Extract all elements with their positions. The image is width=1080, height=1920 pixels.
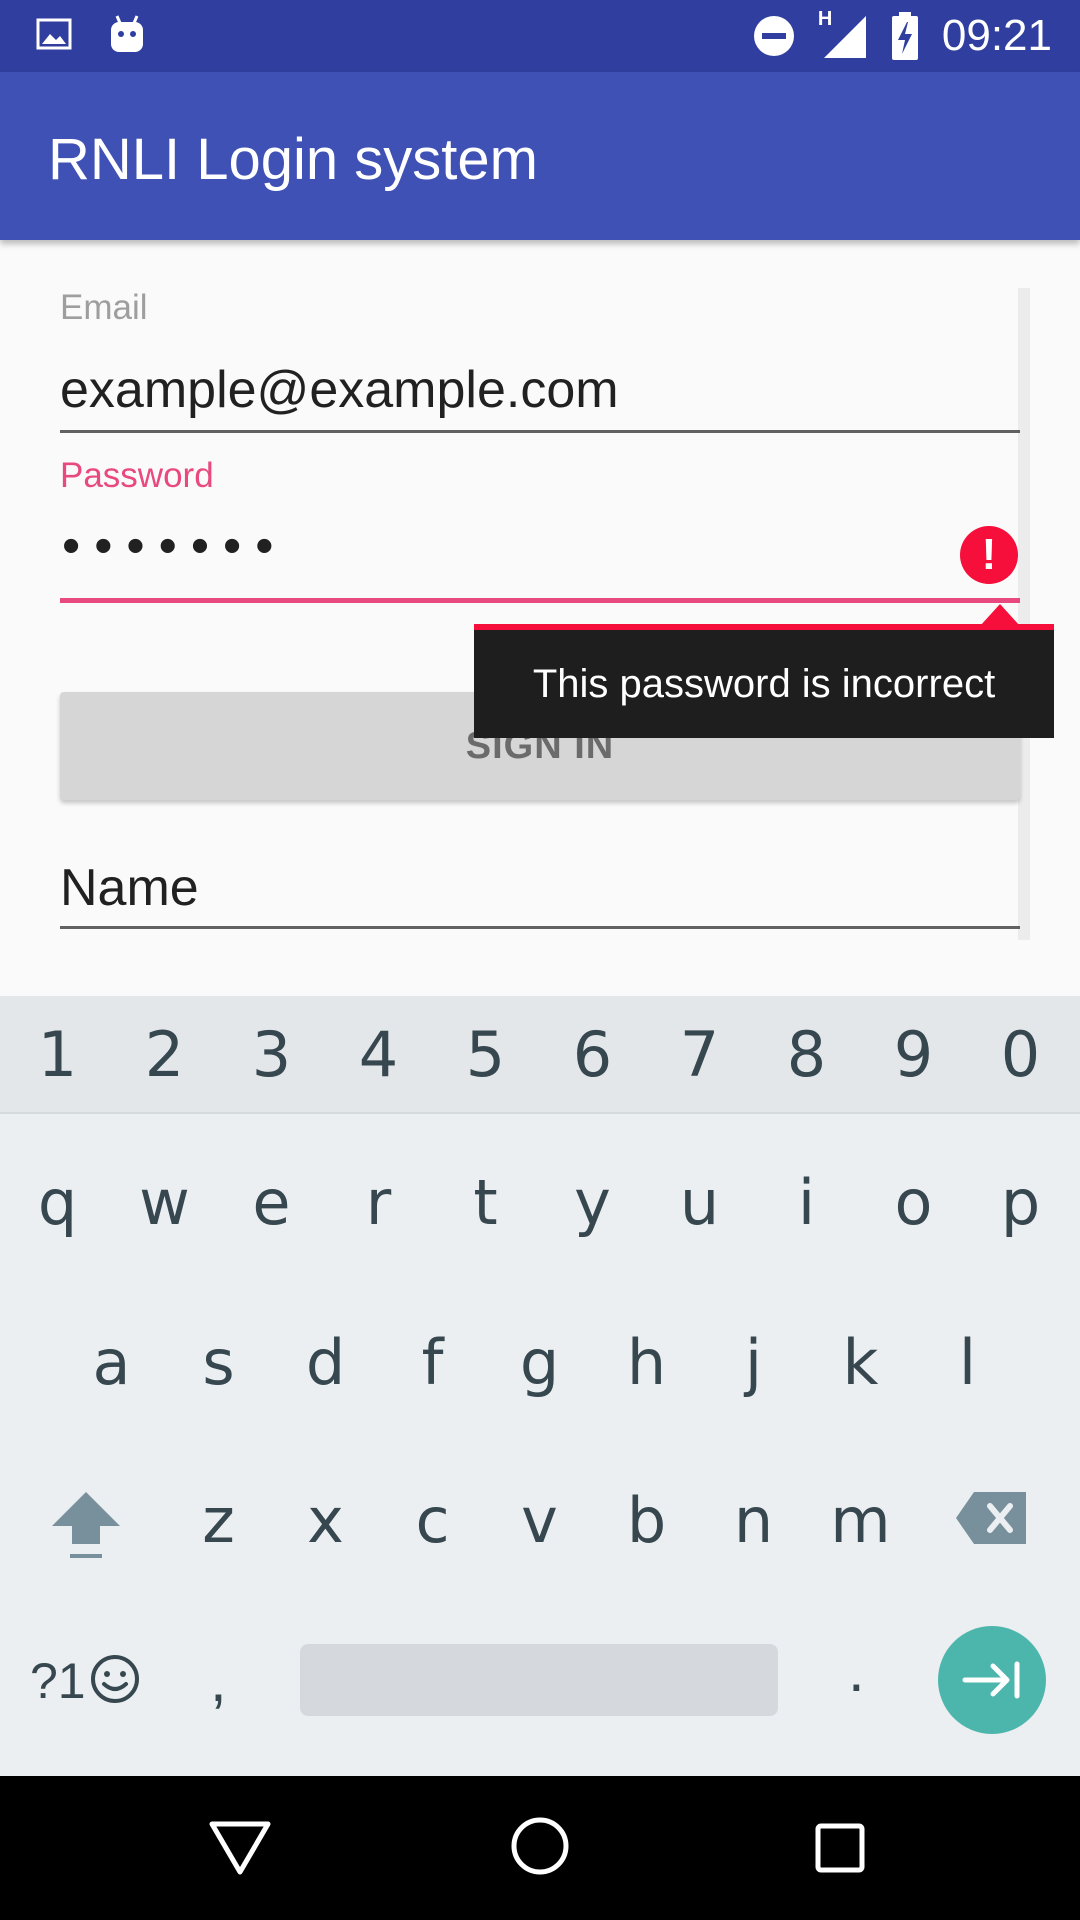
app-bar: RNLI Login system xyxy=(0,72,1080,240)
key-8[interactable]: 8 xyxy=(753,1018,860,1091)
password-field[interactable]: ••••••• xyxy=(62,516,287,576)
key-j[interactable]: j xyxy=(700,1326,807,1399)
status-time: 09:21 xyxy=(941,11,1052,60)
home-icon[interactable] xyxy=(510,1816,570,1876)
error-icon[interactable]: ! xyxy=(960,526,1018,584)
tooltip-arrow xyxy=(980,604,1020,626)
image-icon xyxy=(36,18,72,50)
signal-icon: H xyxy=(818,8,868,60)
key-u[interactable]: u xyxy=(646,1166,753,1239)
soft-keyboard: 1 2 3 4 5 6 7 8 9 0 q w e r t y u i o p … xyxy=(0,996,1080,1776)
email-underline xyxy=(60,430,1020,433)
period-key[interactable]: . xyxy=(848,1636,865,1705)
name-underline xyxy=(60,926,1020,929)
android-icon xyxy=(111,15,143,52)
recents-icon[interactable] xyxy=(814,1822,866,1874)
key-k[interactable]: k xyxy=(807,1326,914,1399)
number-row: 1 2 3 4 5 6 7 8 9 0 xyxy=(0,996,1080,1114)
space-bar[interactable] xyxy=(300,1644,778,1716)
key-a[interactable]: a xyxy=(58,1326,165,1399)
key-1[interactable]: 1 xyxy=(4,1018,111,1091)
key-r[interactable]: r xyxy=(325,1166,432,1239)
key-z[interactable]: z xyxy=(165,1484,272,1557)
tab-arrow-icon xyxy=(962,1661,1020,1699)
app-title: RNLI Login system xyxy=(48,127,538,192)
key-g[interactable]: g xyxy=(486,1326,593,1399)
symbols-key[interactable]: ?1 xyxy=(30,1652,86,1710)
email-label: Email xyxy=(60,288,148,327)
key-w[interactable]: w xyxy=(111,1166,218,1239)
status-bar: H 09:21 xyxy=(0,0,1080,72)
key-b[interactable]: b xyxy=(593,1484,700,1557)
key-3[interactable]: 3 xyxy=(218,1018,325,1091)
key-f[interactable]: f xyxy=(379,1326,486,1399)
key-h[interactable]: h xyxy=(593,1326,700,1399)
backspace-icon[interactable] xyxy=(954,1490,1030,1546)
key-d[interactable]: d xyxy=(272,1326,379,1399)
key-p[interactable]: p xyxy=(967,1166,1074,1239)
email-field[interactable]: example@example.com xyxy=(60,360,619,420)
key-n[interactable]: n xyxy=(700,1484,807,1557)
key-5[interactable]: 5 xyxy=(432,1018,539,1091)
key-6[interactable]: 6 xyxy=(539,1018,646,1091)
emoji-icon[interactable] xyxy=(88,1652,142,1706)
key-c[interactable]: c xyxy=(379,1484,486,1557)
key-4[interactable]: 4 xyxy=(325,1018,432,1091)
login-form: Email example@example.com Password •••••… xyxy=(0,240,1080,996)
do-not-disturb-icon xyxy=(753,16,794,56)
key-v[interactable]: v xyxy=(486,1484,593,1557)
key-0[interactable]: 0 xyxy=(967,1018,1074,1091)
key-q[interactable]: q xyxy=(4,1166,111,1239)
comma-key[interactable]: , xyxy=(210,1646,227,1715)
key-y[interactable]: y xyxy=(539,1166,646,1239)
key-e[interactable]: e xyxy=(218,1166,325,1239)
key-7[interactable]: 7 xyxy=(646,1018,753,1091)
back-icon[interactable] xyxy=(208,1818,272,1878)
key-m[interactable]: m xyxy=(807,1484,914,1557)
error-message: This password is incorrect xyxy=(532,661,996,706)
key-l[interactable]: l xyxy=(914,1326,1021,1399)
navigation-bar xyxy=(0,1776,1080,1920)
key-t[interactable]: t xyxy=(432,1166,539,1239)
name-field[interactable]: Name xyxy=(60,858,199,918)
network-type: H xyxy=(817,8,833,30)
shift-icon[interactable] xyxy=(46,1486,126,1566)
error-tooltip: This password is incorrect xyxy=(474,624,1054,738)
key-s[interactable]: s xyxy=(165,1326,272,1399)
key-9[interactable]: 9 xyxy=(860,1018,967,1091)
next-action-button[interactable] xyxy=(938,1626,1046,1734)
key-i[interactable]: i xyxy=(753,1166,860,1239)
key-x[interactable]: x xyxy=(272,1484,379,1557)
password-label: Password xyxy=(60,456,214,495)
key-2[interactable]: 2 xyxy=(111,1018,218,1091)
battery-charging-icon xyxy=(891,12,918,60)
password-underline xyxy=(60,598,1020,603)
key-o[interactable]: o xyxy=(860,1166,967,1239)
